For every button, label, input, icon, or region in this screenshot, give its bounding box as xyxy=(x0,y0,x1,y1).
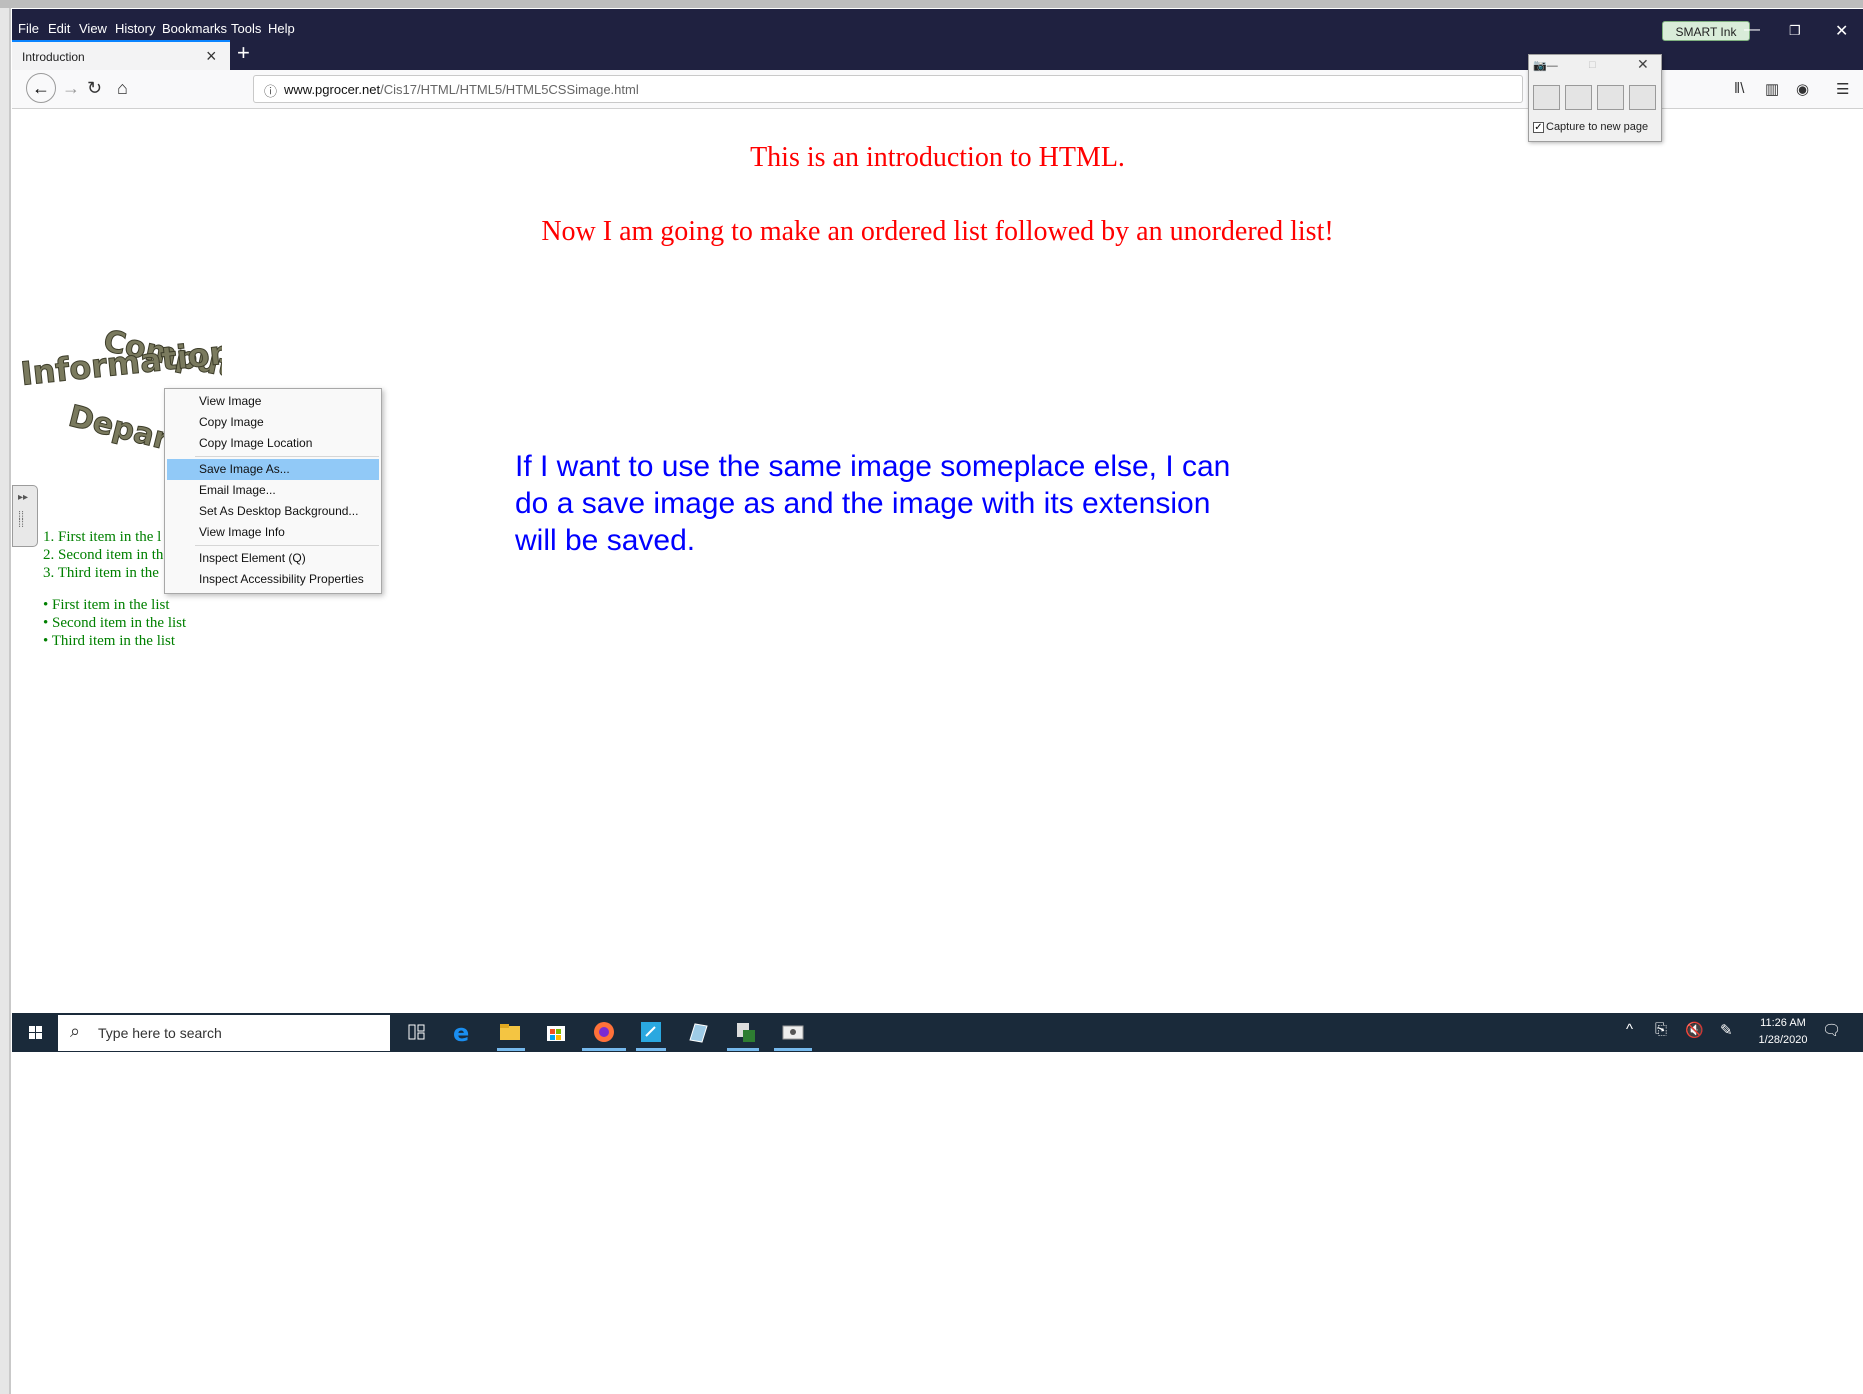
side-panel-handle[interactable]: ▸▸ ⁞⁞ ⁞⁞ xyxy=(12,485,38,547)
back-arrow-icon: ← xyxy=(32,78,50,98)
taskbar-search-box[interactable]: ⌕ Type here to search xyxy=(58,1015,390,1051)
forward-arrow-icon[interactable]: → xyxy=(62,78,80,99)
volume-muted-icon[interactable]: 🔇 xyxy=(1685,1021,1704,1039)
home-icon[interactable]: ⌂ xyxy=(117,78,128,99)
capture-freehand-button[interactable] xyxy=(1629,85,1656,110)
smart-tools-icon[interactable] xyxy=(733,1020,759,1044)
list-item: 1. First item in the l xyxy=(43,529,162,545)
windows-icon xyxy=(29,1026,42,1039)
blue-line: will be saved. xyxy=(515,524,696,557)
smart-ink-button[interactable]: SMART Ink xyxy=(1662,21,1750,41)
new-tab-icon[interactable]: + xyxy=(237,40,250,66)
network-icon[interactable]: ⎘ xyxy=(1655,1021,1667,1038)
restore-icon[interactable]: ❐ xyxy=(1789,23,1801,39)
search-placeholder: Type here to search xyxy=(98,1025,222,1041)
menu-item-view-image[interactable]: View Image xyxy=(167,391,379,412)
tray-chevron-up-icon[interactable]: ^ xyxy=(1626,1021,1633,1038)
blue-line: If I want to use the same image someplac… xyxy=(515,450,1231,483)
url-bar[interactable]: ⓘ www.pgrocer.net/Cis17/HTML/HTML5/HTML5… xyxy=(253,75,1523,103)
window-frame-top xyxy=(0,0,1863,8)
pen-ink-icon[interactable]: ✎ xyxy=(1720,1021,1733,1039)
list-item: 3. Third item in the xyxy=(43,565,159,581)
menu-history[interactable]: History xyxy=(115,21,155,36)
list-item: 2. Second item in th xyxy=(43,547,164,563)
file-explorer-icon[interactable] xyxy=(497,1020,523,1044)
menu-item-email-image[interactable]: Email Image... xyxy=(167,480,379,501)
screen-capture-app-icon[interactable] xyxy=(780,1020,806,1044)
back-button[interactable]: ← xyxy=(26,73,56,103)
capture-screen-button[interactable] xyxy=(1597,85,1624,110)
camera-icon: 📷— xyxy=(1533,60,1558,72)
capture-new-page-checkbox[interactable]: ✓ xyxy=(1533,122,1544,133)
url-host: www.pgrocer.net xyxy=(284,82,381,97)
reload-icon[interactable]: ↻ xyxy=(87,78,102,99)
active-indicator xyxy=(582,1048,626,1051)
capture-area-button[interactable] xyxy=(1533,85,1560,110)
screen-capture-toolbar: 📷— □ ✕ ✓ Capture to new page xyxy=(1528,54,1662,142)
menu-separator xyxy=(195,545,379,546)
library-icon[interactable]: ‖\ xyxy=(1734,80,1744,97)
notifications-icon[interactable]: 🗨 xyxy=(1822,1021,1841,1039)
tab-title: Introduction xyxy=(22,50,85,64)
blue-line: do a save image as and the image with it… xyxy=(515,487,1211,520)
close-window-icon[interactable]: ✕ xyxy=(1835,21,1848,41)
list-item: • Third item in the list xyxy=(43,633,176,649)
grip-icon: ⁞⁞ ⁞⁞ xyxy=(18,510,25,530)
blue-explanation-text: If I want to use the same image someplac… xyxy=(515,448,1315,559)
search-icon: ⌕ xyxy=(70,1021,81,1041)
context-menu: View Image Copy Image Copy Image Locatio… xyxy=(164,388,382,594)
firefox-icon[interactable] xyxy=(591,1020,617,1044)
clock-date[interactable]: 1/28/2020 xyxy=(1750,1034,1816,1046)
unordered-list: • First item in the list • Second item i… xyxy=(43,596,186,650)
url-text: www.pgrocer.net/Cis17/HTML/HTML5/HTML5CS… xyxy=(284,82,639,97)
account-icon[interactable]: ◉ xyxy=(1796,80,1809,98)
capture-new-page-label: Capture to new page xyxy=(1546,121,1649,133)
menu-item-inspect-accessibility[interactable]: Inspect Accessibility Properties xyxy=(167,569,379,590)
running-indicator xyxy=(636,1048,666,1051)
menu-item-view-image-info[interactable]: View Image Info xyxy=(167,522,379,543)
menu-tools[interactable]: Tools xyxy=(231,21,261,36)
tab-close-icon[interactable]: × xyxy=(206,46,217,67)
list-item: • Second item in the list xyxy=(43,615,187,631)
notebook-app-icon[interactable] xyxy=(685,1020,711,1044)
heading-intro: This is an introduction to HTML. xyxy=(750,142,1125,173)
minimize-icon[interactable]: — xyxy=(1744,21,1760,39)
menu-bookmarks[interactable]: Bookmarks xyxy=(162,21,227,36)
menu-item-copy-image-location[interactable]: Copy Image Location xyxy=(167,433,379,454)
menu-separator xyxy=(195,456,379,457)
notes-app-icon[interactable] xyxy=(638,1020,664,1044)
running-indicator xyxy=(774,1048,812,1051)
menu-item-inspect-element[interactable]: Inspect Element (Q) xyxy=(167,548,379,569)
tab-introduction[interactable]: Introduction × xyxy=(12,40,230,72)
sidebar-icon[interactable]: ▥ xyxy=(1765,80,1779,98)
store-icon[interactable] xyxy=(543,1020,569,1044)
task-view-icon[interactable] xyxy=(404,1020,430,1044)
clock-time[interactable]: 11:26 AM xyxy=(1753,1017,1813,1029)
list-item: • First item in the list xyxy=(43,597,170,613)
menu-edit[interactable]: Edit xyxy=(48,21,70,36)
running-indicator xyxy=(497,1048,525,1051)
menu-item-save-image-as[interactable]: Save Image As... xyxy=(167,459,379,480)
menu-file[interactable]: File xyxy=(18,21,39,36)
svg-text:e: e xyxy=(453,1020,469,1044)
close-capture-icon[interactable]: ✕ xyxy=(1637,56,1649,73)
url-path: /Cis17/HTML/HTML5/HTML5CSSimage.html xyxy=(380,82,639,97)
ordered-list: 1. First item in the l 2. Second item in… xyxy=(43,528,163,582)
maximize-icon: □ xyxy=(1589,59,1596,71)
edge-icon[interactable]: e xyxy=(450,1019,476,1047)
heading-lists: Now I am going to make an ordered list f… xyxy=(541,216,1334,247)
site-info-icon[interactable]: ⓘ xyxy=(264,81,277,100)
menu-help[interactable]: Help xyxy=(268,21,295,36)
menu-item-set-desktop-background[interactable]: Set As Desktop Background... xyxy=(167,501,379,522)
capture-window-button[interactable] xyxy=(1565,85,1592,110)
menu-item-copy-image[interactable]: Copy Image xyxy=(167,412,379,433)
expand-arrows-icon: ▸▸ xyxy=(18,492,29,503)
hamburger-menu-icon[interactable]: ☰ xyxy=(1836,80,1849,98)
menu-view[interactable]: View xyxy=(79,21,107,36)
running-indicator xyxy=(727,1048,759,1051)
start-button[interactable] xyxy=(12,1013,58,1052)
